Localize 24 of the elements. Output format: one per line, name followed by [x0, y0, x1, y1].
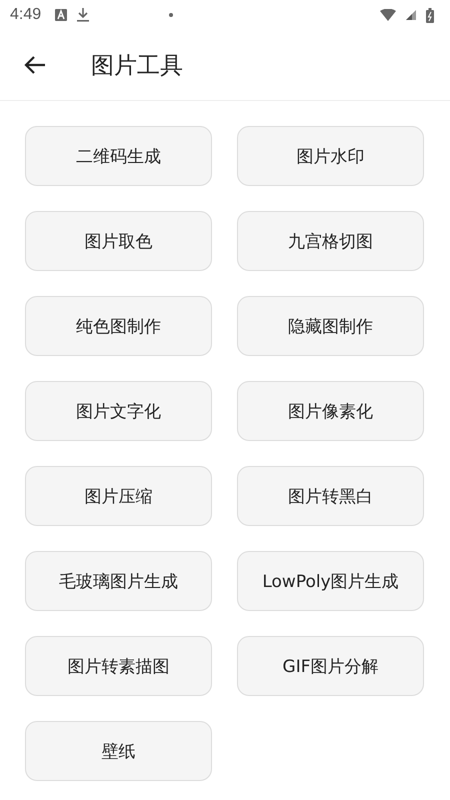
tool-button[interactable]: 二维码生成	[25, 126, 212, 186]
tool-button[interactable]: 九宫格切图	[237, 211, 424, 271]
tool-button[interactable]: 图片取色	[25, 211, 212, 271]
back-arrow-icon[interactable]	[24, 56, 46, 74]
tool-button[interactable]: 图片水印	[237, 126, 424, 186]
tool-button[interactable]: GIF图片分解	[237, 636, 424, 696]
tool-button[interactable]: 图片转素描图	[25, 636, 212, 696]
page-title: 图片工具	[91, 52, 183, 80]
tool-button[interactable]: 图片文字化	[25, 381, 212, 441]
tool-button[interactable]: 图片转黑白	[237, 466, 424, 526]
tool-button[interactable]: 图片压缩	[25, 466, 212, 526]
tool-button[interactable]: 壁纸	[25, 721, 212, 781]
tool-button[interactable]: 图片像素化	[237, 381, 424, 441]
signal-icon	[406, 10, 416, 20]
tool-button[interactable]: LowPoly图片生成	[237, 551, 424, 611]
download-icon	[77, 8, 90, 22]
status-time: 4:49	[10, 6, 42, 24]
battery-icon	[426, 8, 434, 22]
tool-button[interactable]: 隐藏图制作	[237, 296, 424, 356]
tool-button[interactable]: 纯色图制作	[25, 296, 212, 356]
app-notification-icon	[55, 9, 68, 21]
wifi-icon	[380, 9, 396, 21]
dot-icon	[169, 13, 174, 17]
tool-button[interactable]: 毛玻璃图片生成	[25, 551, 212, 611]
